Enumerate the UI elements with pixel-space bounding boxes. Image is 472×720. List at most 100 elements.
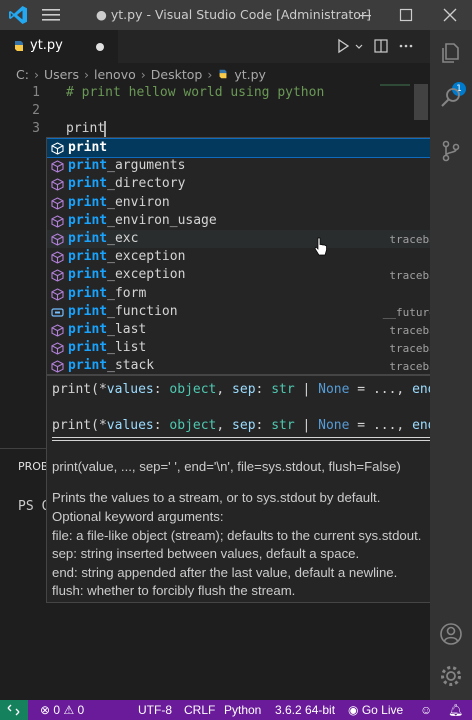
terminal-prompt[interactable]: PS C xyxy=(18,499,49,514)
suggestion-item[interactable]: print_last traceback xyxy=(47,321,451,339)
call-signature: print(value, ..., sep=' ', end='\n', fil… xyxy=(52,459,401,474)
doc-line: end: string appended after the last valu… xyxy=(52,565,398,580)
suggestion-match: print xyxy=(68,358,108,374)
chevron-down-icon[interactable] xyxy=(354,38,364,54)
minimap[interactable] xyxy=(380,84,410,86)
suggestion-rest: _stack xyxy=(107,358,155,374)
code-line[interactable]: print xyxy=(66,121,105,136)
remote-icon xyxy=(7,704,20,716)
error-count: 0 xyxy=(53,703,61,717)
language-status[interactable]: Python xyxy=(224,703,261,717)
suggestion-label: print_exception xyxy=(68,267,185,282)
signature-line: print(*values: object, sep: str | None =… xyxy=(52,418,457,433)
suggestion-match: print xyxy=(68,158,108,174)
module-cube-icon xyxy=(51,324,64,337)
suggestion-label: print xyxy=(68,140,107,155)
line-number: 3 xyxy=(32,121,40,136)
suggestion-label: print_last xyxy=(68,322,146,337)
maximize-icon[interactable] xyxy=(396,5,416,25)
breadcrumb-part[interactable]: Users xyxy=(44,67,79,82)
breadcrumb-chevron-icon: › xyxy=(83,66,89,82)
suggestion-match: print xyxy=(68,340,108,356)
close-window-icon[interactable] xyxy=(440,5,460,25)
go-live-button[interactable]: ◉ Go Live xyxy=(348,703,403,717)
python-file-icon xyxy=(219,69,227,79)
doc-line: file: a file-like object (stream); defau… xyxy=(52,528,422,543)
encoding-status[interactable]: UTF-8 xyxy=(138,703,172,717)
more-actions-icon[interactable] xyxy=(398,38,414,54)
run-icon[interactable] xyxy=(335,38,351,54)
suggestion-label: print_exc xyxy=(68,231,138,246)
suggestion-item[interactable]: print_list traceback xyxy=(47,339,451,357)
suggestion-item[interactable]: print_stack traceback xyxy=(47,357,451,374)
source-control-icon[interactable] xyxy=(438,138,464,164)
feedback-icon[interactable]: ☺ xyxy=(420,703,432,717)
suggestion-item[interactable]: print_exceptioncgi xyxy=(47,248,451,266)
breadcrumb-chevron-icon: › xyxy=(33,66,39,82)
vscode-logo-icon xyxy=(9,6,27,24)
activity-bar: 1 xyxy=(430,30,472,700)
breadcrumb-part[interactable]: Desktop xyxy=(151,67,203,82)
suggestion-match: print xyxy=(68,212,108,228)
suggestion-match: print xyxy=(68,140,108,155)
breadcrumb-part[interactable]: lenovo xyxy=(94,67,136,82)
editor-scrollbar[interactable] xyxy=(414,84,428,120)
explorer-icon[interactable] xyxy=(438,40,464,66)
breadcrumb-part[interactable]: yt.py xyxy=(234,67,266,82)
tab-yt-py[interactable]: yt.py xyxy=(0,30,118,63)
window-title: ● yt.py - Visual Studio Code [Administra… xyxy=(96,7,371,22)
unsaved-dot-icon[interactable] xyxy=(96,43,104,51)
suggestion-label: print_function xyxy=(68,304,178,319)
module-cube-icon xyxy=(51,269,64,283)
suggestion-item[interactable]: print xyxy=(47,138,452,159)
gear-icon[interactable] xyxy=(438,663,464,689)
python-file-icon xyxy=(15,41,23,51)
broadcast-icon: ◉ xyxy=(348,703,359,717)
error-icon: ⊗ xyxy=(40,703,51,717)
suggestion-item[interactable]: print_environcgi xyxy=(47,194,451,212)
bell-icon[interactable]: 🔔︎ xyxy=(448,703,463,717)
variable-icon xyxy=(51,308,64,317)
suggestion-rest: _form xyxy=(107,285,147,301)
text-cursor xyxy=(104,121,106,138)
suggestion-match: print xyxy=(68,249,108,265)
module-cube-icon xyxy=(51,233,64,246)
suggestion-item[interactable]: print_argumentscgi xyxy=(47,157,451,175)
suggestion-item[interactable]: print_environ_usagecgi xyxy=(47,212,451,230)
suggestion-label: print_environ xyxy=(68,195,170,210)
suggestion-item[interactable]: print_exc traceback xyxy=(47,230,451,249)
suggestion-label: print_form xyxy=(68,286,146,301)
suggestion-match: print xyxy=(68,322,108,337)
minimize-icon[interactable] xyxy=(355,5,375,25)
eol-status[interactable]: CRLF xyxy=(184,703,215,717)
account-icon[interactable] xyxy=(438,621,464,647)
suggestion-rest: _environ xyxy=(107,194,170,210)
suggestion-item[interactable]: print_formcgi xyxy=(47,285,451,303)
breadcrumb-part[interactable]: C: xyxy=(16,67,29,82)
suggestion-item[interactable]: print_function __future__ xyxy=(47,303,451,321)
suggestion-label: print_directory xyxy=(68,176,185,191)
suggestion-item[interactable]: print_directorycgi xyxy=(47,175,451,193)
interpreter-status[interactable]: 3.6.2 64-bit xyxy=(275,703,335,717)
module-cube-icon xyxy=(51,160,64,173)
module-cube-icon xyxy=(51,196,64,210)
signature-line: print(*values: object, sep: str | None =… xyxy=(52,382,457,397)
suggestion-item[interactable]: print_exception traceback xyxy=(47,266,451,284)
suggestion-rest: _arguments xyxy=(107,158,186,174)
status-bar: ⊗ 0 ⚠ 0 UTF-8 CRLF Python 3.6.2 64-bit ◉… xyxy=(0,700,472,720)
suggestion-rest: _exception xyxy=(107,249,186,265)
doc-line: sep: string inserted between values, def… xyxy=(52,546,360,561)
divider xyxy=(52,437,432,441)
keyword-cube-icon xyxy=(51,142,64,155)
line-number: 1 xyxy=(32,85,40,100)
panel-tab-problems[interactable]: PROB xyxy=(18,460,48,473)
problems-status[interactable]: ⊗ 0 ⚠ 0 xyxy=(40,703,84,717)
suggestion-rest: _exception xyxy=(107,267,186,283)
hamburger-menu-icon[interactable] xyxy=(42,8,60,22)
remote-indicator[interactable] xyxy=(0,700,28,720)
split-editor-icon[interactable] xyxy=(373,38,389,54)
code-line[interactable]: # print hellow world using python xyxy=(66,85,324,100)
suggestion-label: print_stack xyxy=(68,358,154,373)
search-icon[interactable] xyxy=(438,85,464,111)
module-cube-icon xyxy=(51,360,64,374)
